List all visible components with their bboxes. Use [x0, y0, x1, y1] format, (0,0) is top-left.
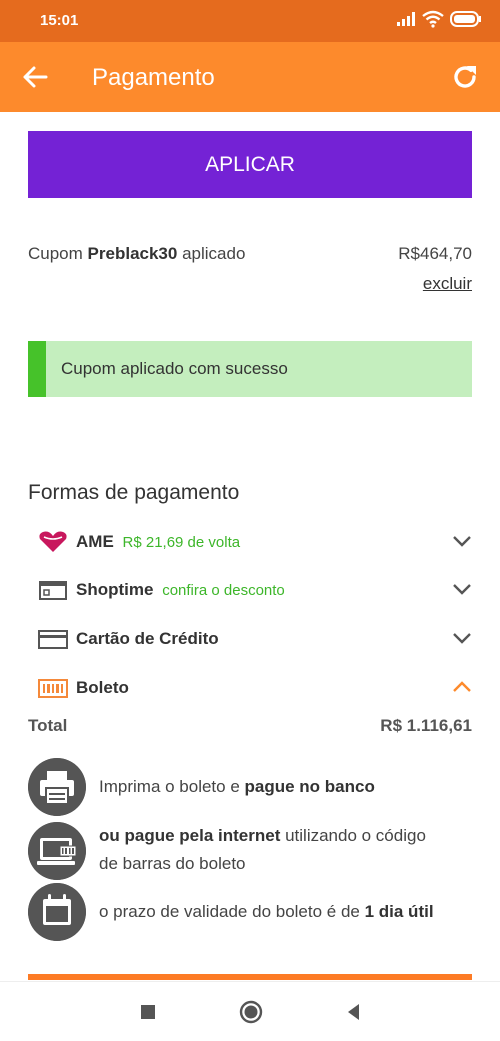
app-bar: Pagamento [0, 42, 500, 112]
chevron-down-icon[interactable] [452, 534, 472, 548]
page-title: Pagamento [92, 64, 215, 91]
payment-method-label: AME R$ 21,69 de volta [76, 532, 240, 552]
battery-icon [450, 11, 481, 27]
system-nav-bar [0, 981, 500, 1041]
chevron-down-icon[interactable] [452, 631, 472, 645]
status-bar: 15:01 [0, 0, 500, 42]
payment-section-title: Formas de pagamento [28, 481, 240, 504]
boleto-info-print: Imprima o boleto e pague no banco [28, 758, 472, 818]
boleto-info-text: ou pague pela internet utilizando o códi… [99, 822, 426, 878]
success-accent-bar [28, 341, 46, 397]
coupon-code: Preblack30 [87, 244, 178, 263]
info-text-part: utilizando o código [280, 826, 426, 845]
payment-method-credit-card[interactable]: Cartão de Crédito [28, 619, 472, 659]
coupon-suffix: aplicado [182, 244, 246, 263]
payment-method-ame[interactable]: AME R$ 21,69 de volta [28, 522, 472, 562]
coupon-text: Cupom Preblack30 aplicado [28, 244, 245, 263]
info-text-bold: 1 dia útil [364, 902, 434, 921]
total-row: Total R$ 1.116,61 [28, 716, 472, 736]
success-message: Cupom aplicado com sucesso [61, 359, 288, 378]
ame-heart-icon [39, 531, 67, 552]
info-text-part: Imprima o boleto e [99, 777, 245, 796]
coupon-prefix: Cupom [28, 244, 83, 263]
payment-method-shoptime[interactable]: Shoptime confira o desconto [28, 570, 472, 610]
payment-method-boleto[interactable]: Boleto [28, 668, 472, 708]
ame-label: AME [76, 532, 114, 551]
ame-cashback: R$ 21,69 de volta [122, 534, 241, 551]
recent-apps-icon[interactable] [136, 1000, 160, 1024]
continue-button-edge[interactable] [28, 974, 472, 980]
chevron-down-icon[interactable] [452, 582, 472, 596]
back-triangle-icon[interactable] [342, 1000, 366, 1024]
home-icon[interactable] [239, 1000, 263, 1024]
boleto-info-internet: ou pague pela internet utilizando o códi… [28, 822, 472, 882]
coupon-value: R$464,70 [398, 244, 472, 263]
payment-method-label: Boleto [76, 678, 129, 698]
credit-card-icon [38, 630, 68, 649]
refresh-icon[interactable] [450, 62, 480, 92]
boleto-label: Boleto [76, 678, 129, 697]
apply-coupon-button[interactable]: APLICAR [28, 131, 472, 198]
barcode-icon [38, 679, 68, 698]
total-value: R$ 1.116,61 [380, 716, 472, 735]
shoptime-label: Shoptime [76, 580, 154, 599]
shoptime-card-icon [39, 581, 67, 600]
boleto-info-validity: o prazo de validade do boleto é de 1 dia… [28, 883, 472, 943]
shoptime-discount: confira o desconto [162, 582, 285, 599]
back-arrow-icon[interactable] [20, 62, 50, 92]
boleto-info-text: Imprima o boleto e pague no banco [99, 773, 375, 801]
computer-barcode-icon [28, 822, 86, 880]
payment-method-label: Shoptime confira o desconto [76, 580, 285, 600]
printer-icon [28, 758, 86, 816]
success-message-box: Cupom aplicado com sucesso [28, 341, 472, 397]
credit-card-label: Cartão de Crédito [76, 629, 219, 648]
info-text-bold: ou pague pela internet [99, 826, 281, 845]
calendar-icon [28, 883, 86, 941]
total-label: Total [28, 716, 68, 735]
signal-icon [397, 12, 415, 26]
wifi-icon [422, 10, 444, 28]
info-text-part: o prazo de validade do boleto é de [99, 902, 365, 921]
coupon-row: Cupom Preblack30 aplicado R$464,70 exclu… [28, 244, 472, 293]
status-time: 15:01 [40, 12, 79, 29]
chevron-up-icon[interactable] [452, 680, 472, 694]
boleto-info-text: o prazo de validade do boleto é de 1 dia… [99, 898, 434, 926]
status-icons [396, 10, 482, 28]
remove-coupon-link[interactable]: excluir [423, 274, 472, 294]
info-text-bold: pague no banco [244, 777, 375, 796]
info-text-part: de barras do boleto [99, 854, 246, 873]
payment-method-label: Cartão de Crédito [76, 629, 219, 649]
